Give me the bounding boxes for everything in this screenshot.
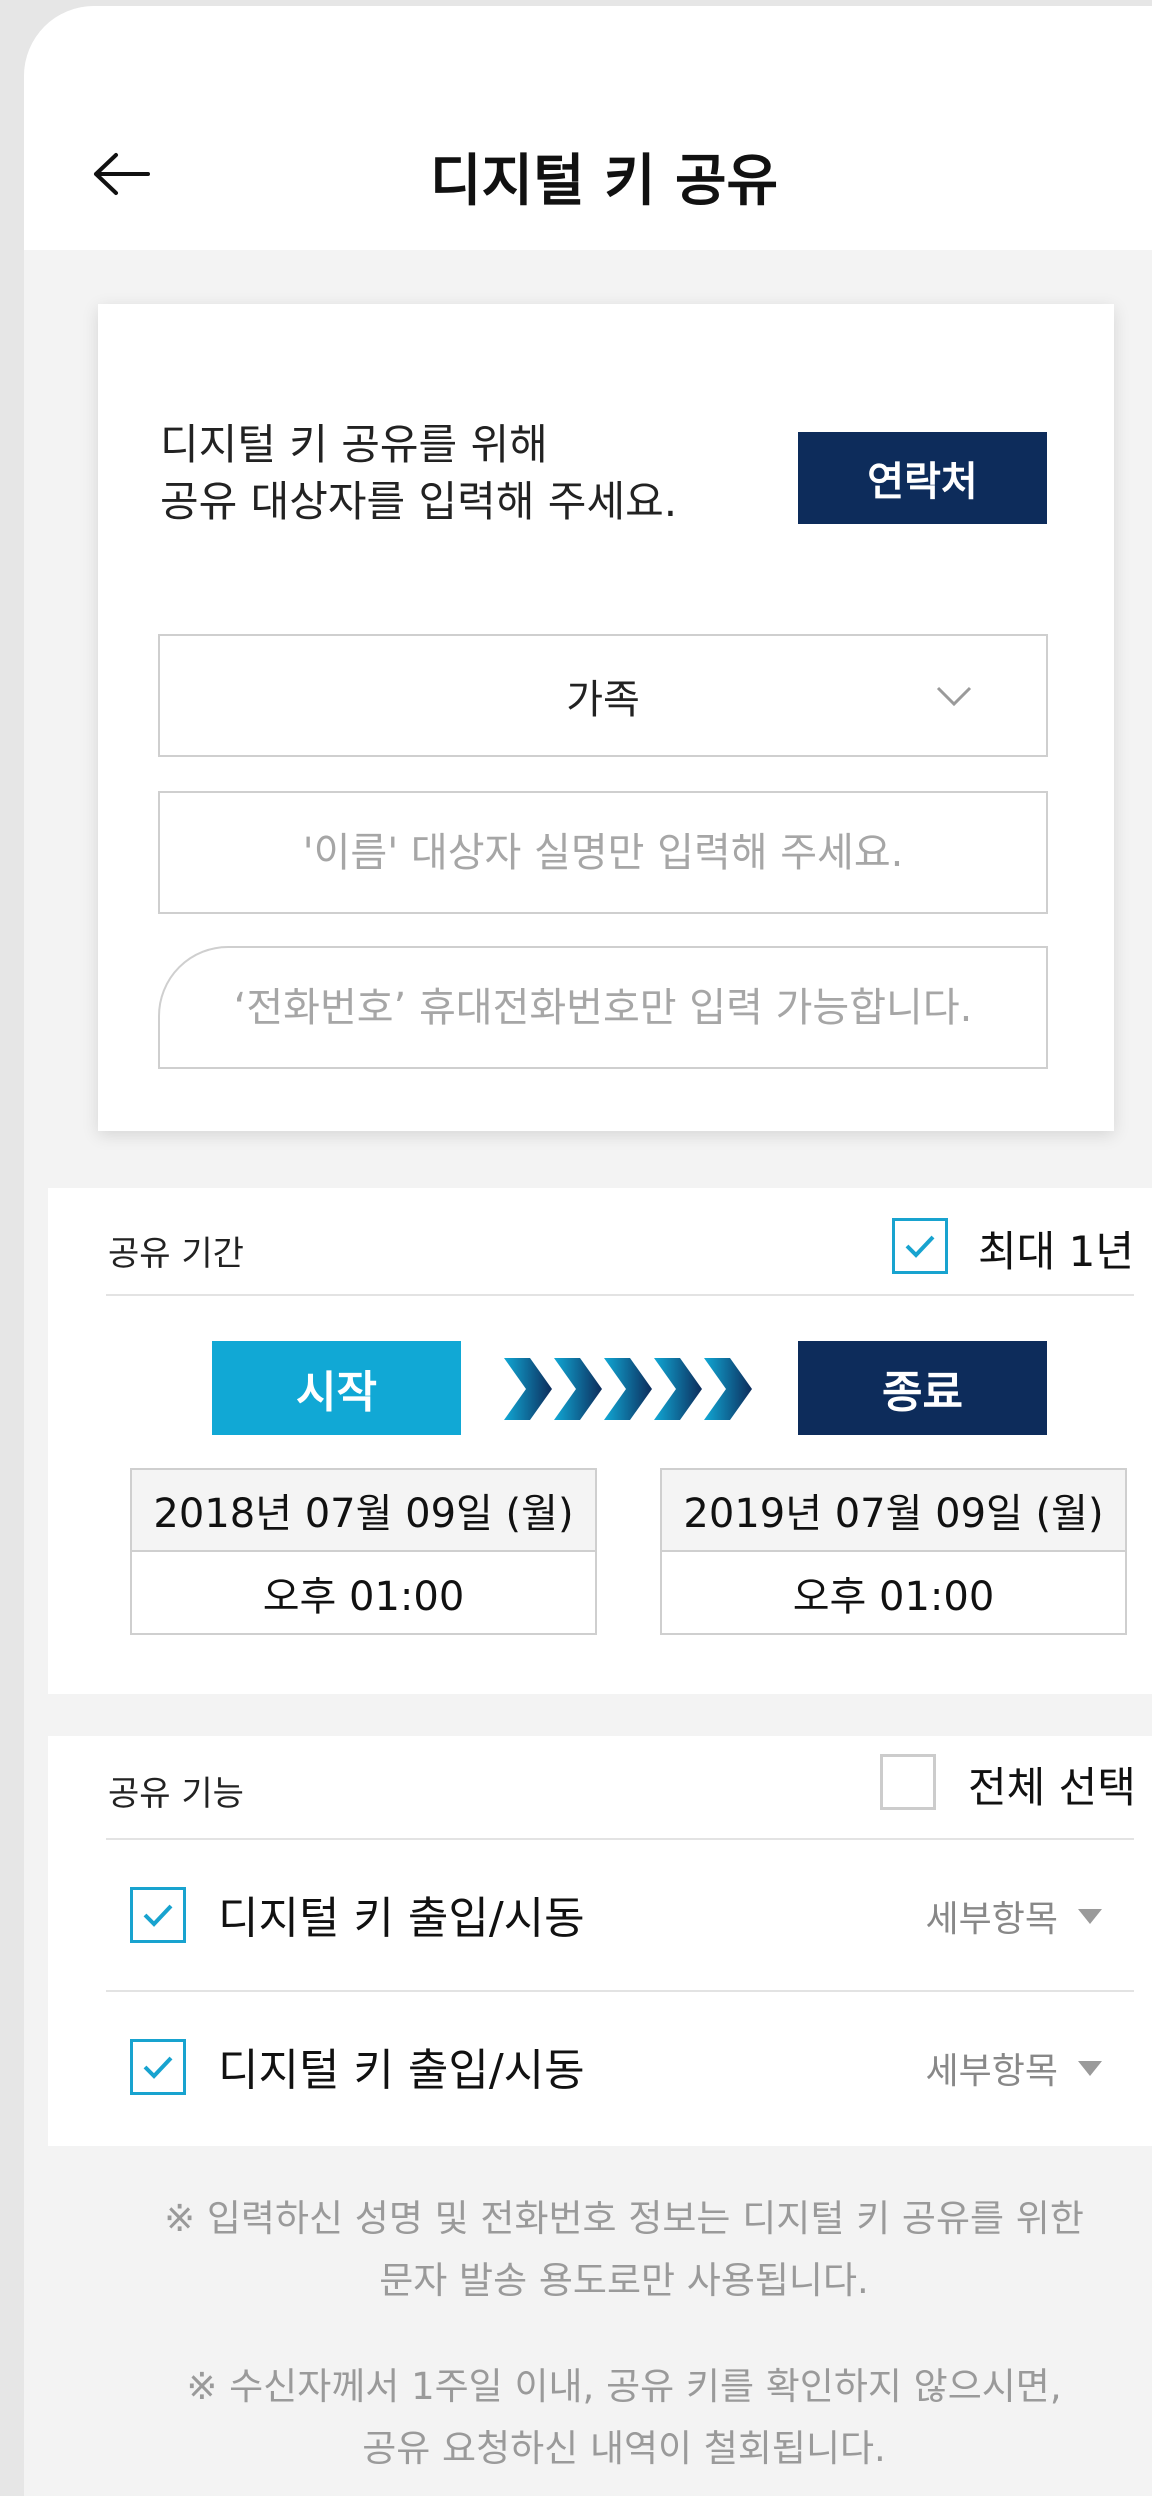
chevron-down-icon (936, 686, 972, 706)
start-date-picker[interactable]: 2018년 07월 09일 (월) 오후 01:00 (130, 1468, 597, 1635)
header-bar: 디지털 키 공유 (24, 6, 1152, 250)
end-date: 2019년 07월 09일 (월) (662, 1470, 1125, 1552)
feature-row[interactable]: 디지털 키 출입/시동 세부항목 (48, 1840, 1152, 1990)
feature-name: 디지털 키 출입/시동 (218, 1893, 585, 1944)
phone-field[interactable] (158, 946, 1048, 1069)
start-button[interactable]: 시작 (212, 1341, 461, 1435)
select-all-checkbox[interactable] (880, 1754, 936, 1810)
triangle-down-icon (1078, 1909, 1102, 1924)
end-date-picker[interactable]: 2019년 07월 09일 (월) 오후 01:00 (660, 1468, 1127, 1635)
period-label: 공유 기간 (108, 1234, 244, 1274)
max-year-checkbox[interactable] (892, 1218, 948, 1274)
detail-label: 세부항목 (925, 1899, 1058, 1940)
end-time: 오후 01:00 (792, 1573, 995, 1620)
check-icon (143, 2056, 173, 2079)
expiry-notice: ※ 수신자께서 1주일 이내, 공유 키를 확인하지 않으시면, 공유 요청하신… (84, 2356, 1152, 2480)
contacts-button[interactable]: 연락처 (798, 432, 1047, 524)
share-period-section: 공유 기간 최대 1년 시작 종료 2018년 07월 09일 (월) 오후 0… (48, 1188, 1152, 1694)
share-function-section: 공유 기능 전체 선택 디지털 키 출입/시동 세부항목 디지털 키 출입/시동… (48, 1736, 1152, 2146)
check-icon (143, 1904, 173, 1927)
detail-toggle[interactable]: 세부항목 (926, 1890, 1104, 1942)
triangle-down-icon (1078, 2061, 1102, 2076)
notice-line: ※ 수신자께서 1주일 이내, 공유 키를 확인하지 않으시면, (186, 2365, 1062, 2408)
start-time: 오후 01:00 (262, 1573, 465, 1620)
feature-name: 디지털 키 출입/시동 (218, 2045, 585, 2096)
notice-line: 문자 발송 용도로만 사용됩니다. (379, 2259, 869, 2302)
feature-checkbox[interactable] (130, 2039, 186, 2095)
check-icon (905, 1235, 935, 1258)
recipient-instruction: 디지털 키 공유를 위해 공유 대상자를 입력해 주세요. (160, 416, 677, 530)
function-label: 공유 기능 (108, 1774, 244, 1814)
phone-input[interactable] (160, 948, 1046, 1067)
feature-row[interactable]: 디지털 키 출입/시동 세부항목 (48, 1992, 1152, 2142)
end-button[interactable]: 종료 (798, 1341, 1047, 1435)
instruction-line: 디지털 키 공유를 위해 (160, 420, 548, 469)
notice-line: 공유 요청하신 내역이 철회됩니다. (362, 2427, 886, 2470)
privacy-notice: ※ 입력하신 성명 및 전화번호 정보는 디지털 키 공유를 위한 문자 발송 … (84, 2188, 1152, 2312)
name-field[interactable] (158, 791, 1048, 914)
recipient-card: 디지털 키 공유를 위해 공유 대상자를 입력해 주세요. 연락처 가족 (98, 304, 1114, 1131)
relation-value: 가족 (566, 676, 640, 723)
feature-checkbox[interactable] (130, 1887, 186, 1943)
page-title: 디지털 키 공유 (429, 149, 779, 214)
max-year-label: 최대 1년 (978, 1227, 1134, 1276)
select-all-label: 전체 선택 (968, 1763, 1136, 1812)
detail-toggle[interactable]: 세부항목 (926, 2042, 1104, 2094)
notice-line: ※ 입력하신 성명 및 전화번호 정보는 디지털 키 공유를 위한 (164, 2197, 1084, 2240)
divider (106, 1294, 1134, 1296)
name-input[interactable] (160, 793, 1046, 912)
chevrons-right-icon (504, 1358, 752, 1420)
app-screen: 디지털 키 공유 디지털 키 공유를 위해 공유 대상자를 입력해 주세요. 연… (24, 6, 1152, 2496)
start-date: 2018년 07월 09일 (월) (132, 1470, 595, 1552)
instruction-line: 공유 대상자를 입력해 주세요. (160, 477, 678, 526)
relation-select[interactable]: 가족 (158, 634, 1048, 757)
detail-label: 세부항목 (925, 2051, 1058, 2092)
